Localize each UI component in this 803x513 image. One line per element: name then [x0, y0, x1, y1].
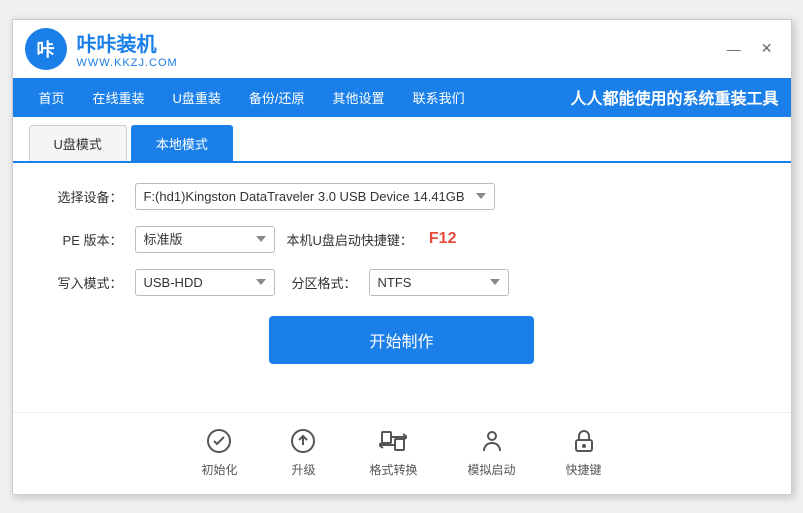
tabs-row: U盘模式 本地模式 — [13, 117, 791, 163]
nav-item-online[interactable]: 在线重装 — [79, 78, 159, 117]
app-url: WWW.KKZJ.COM — [77, 57, 178, 69]
device-label: 选择设备： — [53, 187, 123, 206]
lock-icon — [568, 425, 600, 457]
close-button[interactable]: ✕ — [755, 38, 779, 59]
minimize-button[interactable]: — — [721, 39, 747, 59]
nav-slogan: 人人都能使用的系统重装工具 — [570, 85, 778, 109]
upload-circle-icon — [287, 425, 319, 457]
tab-usb-mode[interactable]: U盘模式 — [29, 125, 127, 161]
tool-upgrade-label: 升级 — [291, 461, 315, 478]
nav-item-settings[interactable]: 其他设置 — [319, 78, 399, 117]
nav-item-usb[interactable]: U盘重装 — [159, 78, 235, 117]
tool-simulate-boot-label: 模拟启动 — [468, 461, 516, 478]
nav-item-home[interactable]: 首页 — [25, 78, 79, 117]
write-select[interactable]: USB-HDD — [135, 269, 275, 296]
device-select[interactable]: F:(hd1)Kingston DataTraveler 3.0 USB Dev… — [135, 183, 495, 210]
pe-select[interactable]: 标准版 — [135, 226, 275, 253]
write-label: 写入模式： — [53, 273, 123, 292]
tool-format-convert[interactable]: 格式转换 — [369, 425, 417, 478]
partition-label: 分区格式： — [287, 273, 357, 292]
partition-select[interactable]: NTFS — [369, 269, 509, 296]
tool-upgrade[interactable]: 升级 — [287, 425, 319, 478]
device-row: 选择设备： F:(hd1)Kingston DataTraveler 3.0 U… — [53, 183, 751, 210]
nav-item-backup[interactable]: 备份/还原 — [235, 78, 319, 117]
person-icon — [476, 425, 508, 457]
logo-text: 咔 — [37, 36, 55, 62]
check-circle-icon — [203, 425, 235, 457]
tool-simulate-boot[interactable]: 模拟启动 — [468, 425, 516, 478]
bottom-tools: 初始化 升级 — [13, 412, 791, 494]
pe-label: PE 版本： — [53, 230, 123, 249]
content-area: 选择设备： F:(hd1)Kingston DataTraveler 3.0 U… — [13, 163, 791, 404]
app-logo: 咔 — [25, 28, 67, 70]
title-bar: 咔 咔咔装机 WWW.KKZJ.COM — ✕ — [13, 20, 791, 78]
hotkey-value: F12 — [429, 230, 457, 248]
start-button[interactable]: 开始制作 — [269, 316, 533, 364]
hotkey-label: 本机U盘启动快捷键： — [287, 230, 413, 249]
nav-item-contact[interactable]: 联系我们 — [399, 78, 479, 117]
pe-row: PE 版本： 标准版 本机U盘启动快捷键： F12 — [53, 226, 751, 253]
tool-format-convert-label: 格式转换 — [369, 461, 417, 478]
write-row: 写入模式： USB-HDD 分区格式： NTFS — [53, 269, 751, 296]
app-name: 咔咔装机 — [77, 28, 178, 57]
title-left: 咔 咔咔装机 WWW.KKZJ.COM — [25, 28, 178, 70]
transfer-icon — [377, 425, 409, 457]
tool-shortcut-label: 快捷键 — [566, 461, 602, 478]
title-controls: — ✕ — [721, 38, 779, 59]
tool-initialize[interactable]: 初始化 — [201, 425, 237, 478]
tab-local-mode[interactable]: 本地模式 — [131, 125, 233, 161]
main-window: 咔 咔咔装机 WWW.KKZJ.COM — ✕ 首页 在线重装 U盘重装 备份/… — [12, 19, 792, 495]
tool-shortcut[interactable]: 快捷键 — [566, 425, 602, 478]
nav-bar: 首页 在线重装 U盘重装 备份/还原 其他设置 联系我们 人人都能使用的系统重装… — [13, 78, 791, 117]
app-title-block: 咔咔装机 WWW.KKZJ.COM — [77, 28, 178, 69]
tool-initialize-label: 初始化 — [201, 461, 237, 478]
